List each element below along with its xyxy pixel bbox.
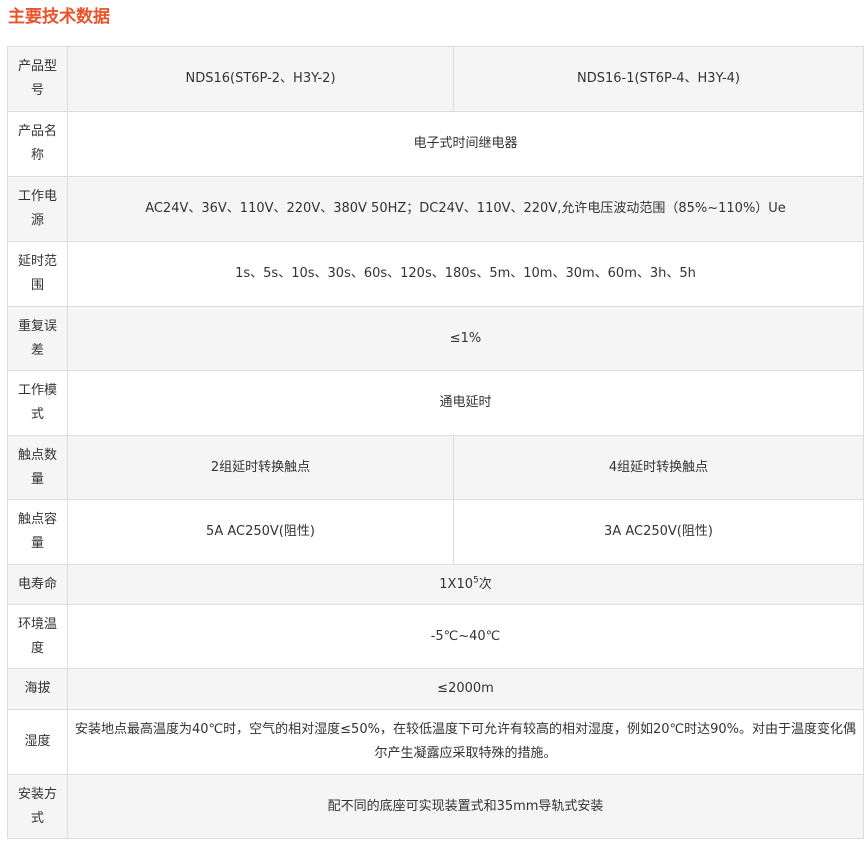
row-label: 重复误差 bbox=[7, 306, 68, 371]
row-value: NDS16-1(ST6P-4、H3Y-4) bbox=[453, 46, 864, 112]
row-value: 配不同的底座可实现装置式和35mm导轨式安装 bbox=[67, 774, 864, 839]
row-label: 触点容量 bbox=[7, 499, 68, 565]
row-label: 工作模式 bbox=[7, 370, 68, 436]
row-value: 电子式时间继电器 bbox=[67, 111, 864, 177]
spec-table: 产品型号 NDS16(ST6P-2、H3Y-2) NDS16-1(ST6P-4、… bbox=[7, 46, 864, 839]
section-title: 主要技术数据 bbox=[8, 7, 110, 27]
table-row: 工作模式 通电延时 bbox=[7, 370, 864, 436]
row-value: ≤1% bbox=[67, 306, 864, 371]
table-row: 安装方式 配不同的底座可实现装置式和35mm导轨式安装 bbox=[7, 774, 864, 839]
row-value: 2组延时转换触点 bbox=[67, 435, 454, 500]
table-row: 工作电源 AC24V、36V、110V、220V、380V 50HZ；DC24V… bbox=[7, 176, 864, 242]
life-suffix: 次 bbox=[478, 576, 492, 592]
life-base: 1X10 bbox=[439, 576, 473, 592]
table-row: 电寿命 1X105次 bbox=[7, 564, 864, 605]
row-label: 延时范围 bbox=[7, 241, 68, 307]
row-label: 电寿命 bbox=[7, 564, 68, 605]
row-label: 环境温度 bbox=[7, 604, 68, 669]
table-row: 延时范围 1s、5s、10s、30s、60s、120s、180s、5m、10m、… bbox=[7, 241, 864, 307]
row-label: 工作电源 bbox=[7, 176, 68, 242]
row-label: 湿度 bbox=[7, 709, 68, 775]
row-label: 海拔 bbox=[7, 668, 68, 710]
table-row: 产品名称 电子式时间继电器 bbox=[7, 111, 864, 177]
row-label: 产品名称 bbox=[7, 111, 68, 177]
row-label: 产品型号 bbox=[7, 46, 68, 112]
row-value: 1s、5s、10s、30s、60s、120s、180s、5m、10m、30m、6… bbox=[67, 241, 864, 307]
row-label: 触点数量 bbox=[7, 435, 68, 500]
row-value: -5℃~40℃ bbox=[67, 604, 864, 669]
row-value: AC24V、36V、110V、220V、380V 50HZ；DC24V、110V… bbox=[67, 176, 864, 242]
row-value: NDS16(ST6P-2、H3Y-2) bbox=[67, 46, 454, 112]
table-row: 海拔 ≤2000m bbox=[7, 668, 864, 710]
row-label: 安装方式 bbox=[7, 774, 68, 839]
row-value: 3A AC250V(阻性) bbox=[453, 499, 864, 565]
row-value: 通电延时 bbox=[67, 370, 864, 436]
table-row: 湿度 安装地点最高温度为40℃时，空气的相对湿度≤50%，在较低温度下可允许有较… bbox=[7, 709, 864, 775]
table-row: 重复误差 ≤1% bbox=[7, 306, 864, 371]
row-value: 4组延时转换触点 bbox=[453, 435, 864, 500]
row-value: ≤2000m bbox=[67, 668, 864, 710]
row-value: 安装地点最高温度为40℃时，空气的相对湿度≤50%，在较低温度下可允许有较高的相… bbox=[67, 709, 864, 775]
table-row: 产品型号 NDS16(ST6P-2、H3Y-2) NDS16-1(ST6P-4、… bbox=[7, 46, 864, 112]
table-row: 环境温度 -5℃~40℃ bbox=[7, 604, 864, 669]
row-value: 5A AC250V(阻性) bbox=[67, 499, 454, 565]
row-value: 1X105次 bbox=[67, 564, 864, 605]
table-row: 触点数量 2组延时转换触点 4组延时转换触点 bbox=[7, 435, 864, 500]
table-row: 触点容量 5A AC250V(阻性) 3A AC250V(阻性) bbox=[7, 499, 864, 565]
